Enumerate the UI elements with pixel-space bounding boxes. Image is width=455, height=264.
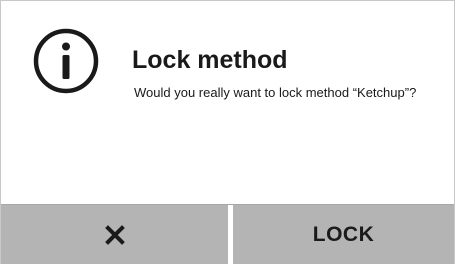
dialog-message: Would you really want to lock method “Ke… <box>134 85 417 100</box>
cancel-button[interactable] <box>1 205 228 264</box>
info-icon <box>33 28 99 94</box>
close-icon <box>104 224 125 245</box>
lock-button[interactable]: LOCK <box>233 205 454 264</box>
button-bar: LOCK <box>1 204 454 264</box>
lock-method-dialog: Lock method Would you really want to loc… <box>0 0 455 264</box>
dialog-content: Lock method Would you really want to loc… <box>1 1 454 204</box>
dialog-title: Lock method <box>132 46 288 74</box>
lock-button-label: LOCK <box>312 222 375 246</box>
